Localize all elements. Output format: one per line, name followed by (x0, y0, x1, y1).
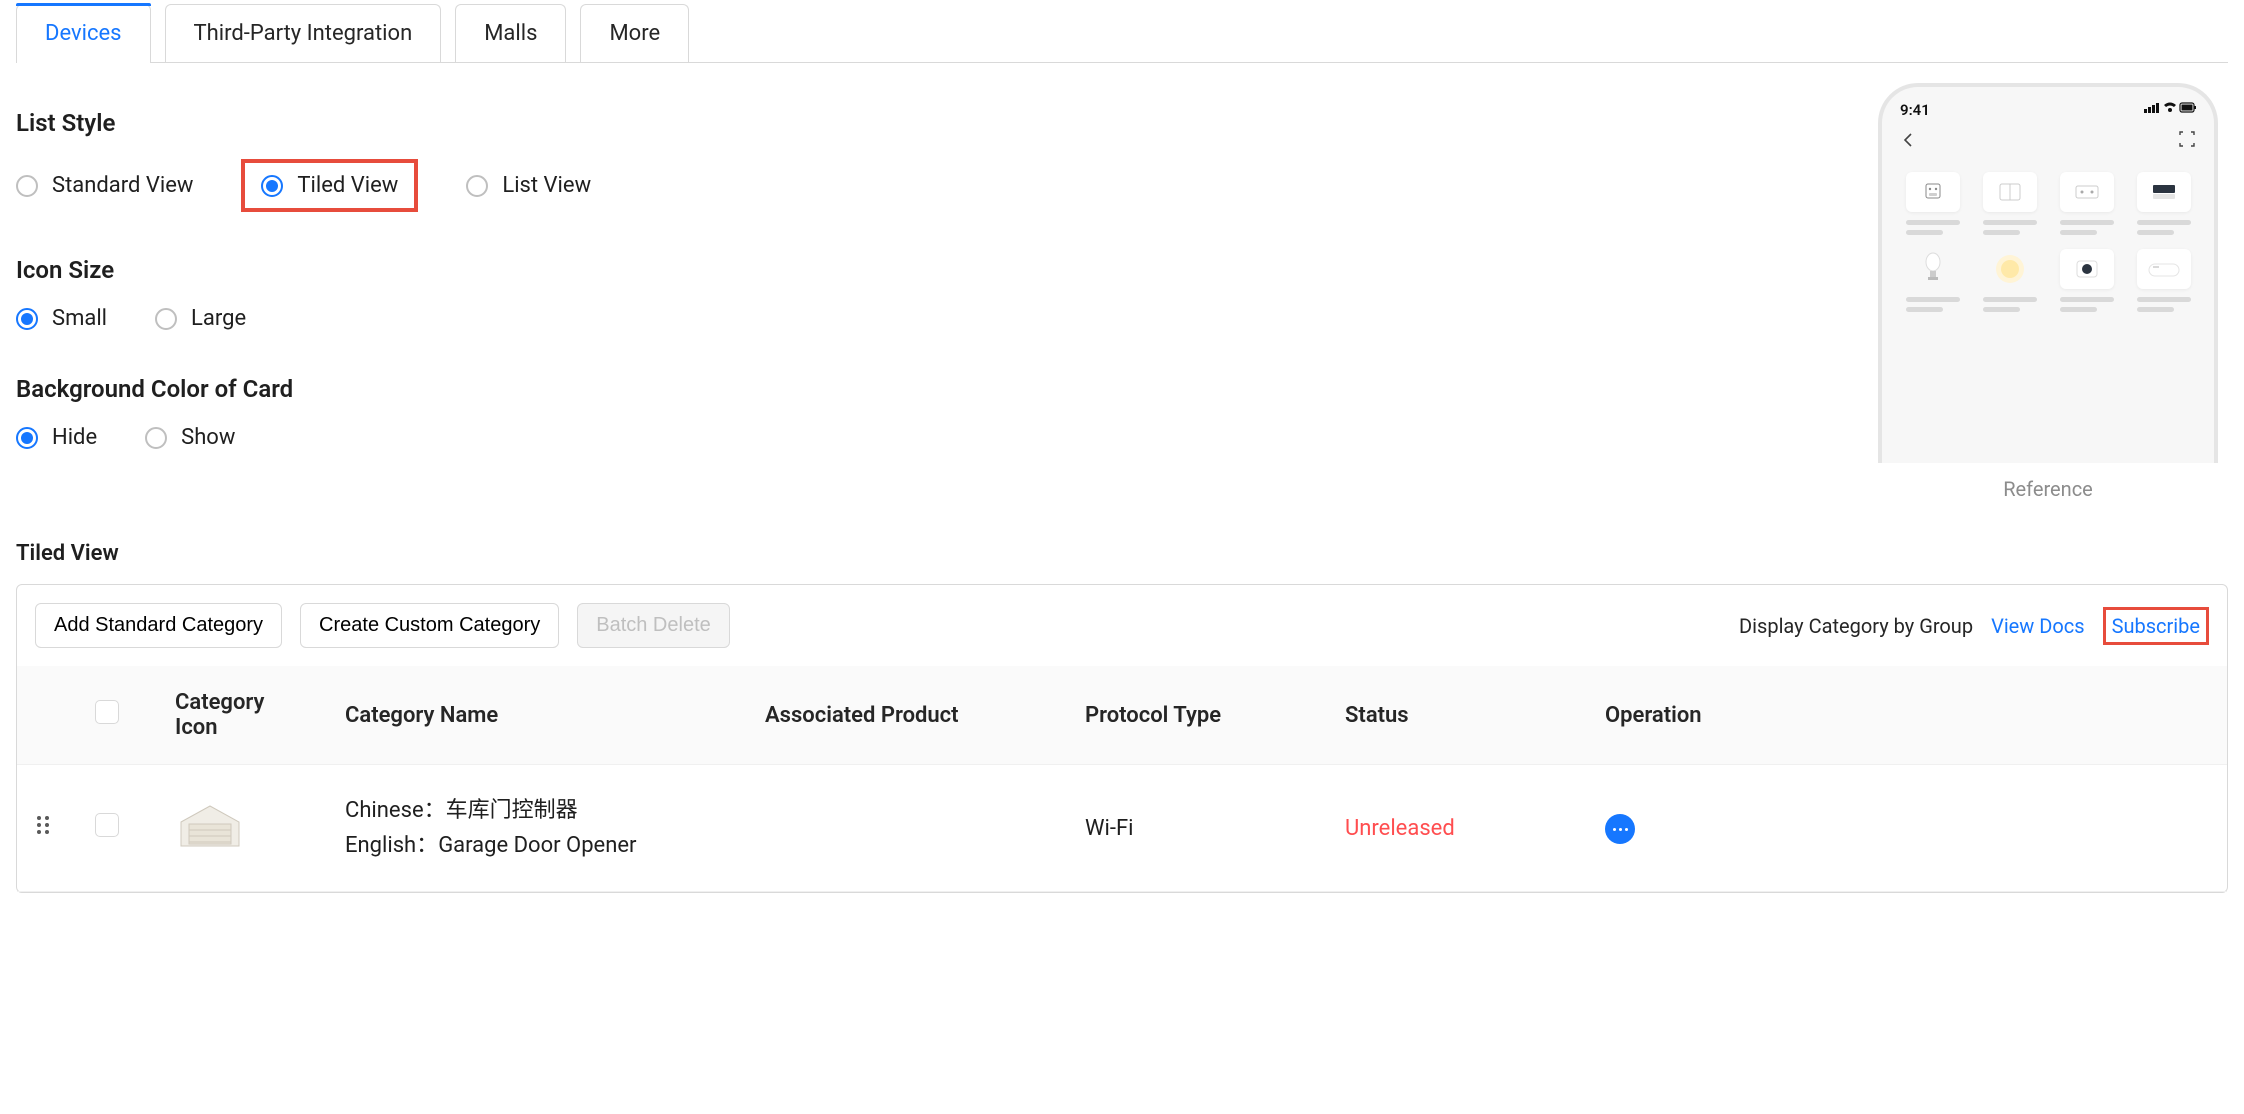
back-chevron-icon (1900, 129, 1916, 154)
tiled-view-highlight: Tiled View (241, 159, 418, 212)
create-custom-category-button[interactable]: Create Custom Category (300, 603, 559, 648)
phone-preview: 9:41 (1878, 83, 2218, 463)
radio-label: Tiled View (297, 173, 398, 198)
category-table: Category Icon Category Name Associated P… (17, 666, 2227, 892)
col-associated-product: Associated Product (747, 666, 1067, 765)
preview-tile (1977, 249, 2042, 312)
preview-tile (2054, 249, 2119, 312)
radio-dot-icon (16, 427, 38, 449)
col-category-name: Category Name (327, 666, 747, 765)
col-status: Status (1327, 666, 1587, 765)
view-docs-link[interactable]: View Docs (1991, 614, 2085, 638)
radio-standard-view[interactable]: Standard View (16, 173, 193, 198)
radio-dot-icon (145, 427, 167, 449)
col-operation: Operation (1587, 666, 2227, 765)
preview-tile (1977, 172, 2042, 235)
table-panel: Add Standard Category Create Custom Cate… (16, 584, 2228, 893)
tab-devices[interactable]: Devices (16, 4, 151, 62)
radio-label: Standard View (52, 173, 193, 198)
preview-tile (2054, 172, 2119, 235)
add-standard-category-button[interactable]: Add Standard Category (35, 603, 282, 648)
tab-more[interactable]: More (580, 4, 689, 62)
garage-door-icon (175, 800, 245, 850)
preview-tile (1900, 172, 1965, 235)
col-protocol-type: Protocol Type (1067, 666, 1327, 765)
radio-label: Hide (52, 425, 97, 450)
icon-size-options: Small Large (16, 306, 1828, 331)
batch-delete-button: Batch Delete (577, 603, 730, 648)
radio-dot-icon (261, 175, 283, 197)
table-toolbar: Add Standard Category Create Custom Cate… (17, 603, 2227, 666)
phone-time: 9:41 (1900, 101, 1930, 119)
radio-bg-hide[interactable]: Hide (16, 425, 97, 450)
protocol-cell: Wi-Fi (1067, 765, 1327, 892)
signal-wifi-battery-icon (2144, 101, 2196, 119)
list-style-options: Standard View Tiled View List View (16, 159, 1828, 212)
scan-icon (2178, 129, 2196, 154)
select-all-checkbox[interactable] (95, 700, 119, 724)
list-style-title: List Style (16, 109, 1828, 137)
radio-label: Small (52, 306, 107, 331)
tab-third-party[interactable]: Third-Party Integration (165, 4, 442, 62)
radio-icon-large[interactable]: Large (155, 306, 246, 331)
tab-malls[interactable]: Malls (455, 4, 566, 62)
radio-label: Large (191, 306, 246, 331)
row-checkbox[interactable] (95, 813, 119, 837)
icon-size-title: Icon Size (16, 256, 1828, 284)
radio-label: List View (502, 173, 591, 198)
preview-tile (1900, 249, 1965, 312)
radio-list-view[interactable]: List View (466, 173, 591, 198)
display-by-group-label: Display Category by Group (1739, 614, 1973, 638)
category-name-cell: Chinese：车库门控制器 English：Garage Door Opene… (345, 793, 729, 863)
radio-bg-show[interactable]: Show (145, 425, 235, 450)
subscribe-link[interactable]: Subscribe (2103, 607, 2209, 645)
card-bg-title: Background Color of Card (16, 375, 1828, 403)
radio-tiled-view[interactable]: Tiled View (261, 173, 398, 198)
radio-icon-small[interactable]: Small (16, 306, 107, 331)
associated-product-cell (747, 765, 1067, 892)
preview-tile (2131, 249, 2196, 312)
preview-caption: Reference (1868, 477, 2228, 501)
radio-dot-icon (466, 175, 488, 197)
drag-handle-icon[interactable] (35, 818, 51, 842)
tiled-view-title: Tiled View (16, 541, 2228, 566)
radio-dot-icon (16, 175, 38, 197)
radio-dot-icon (155, 308, 177, 330)
row-actions-button[interactable] (1605, 814, 1635, 844)
preview-tile (2131, 172, 2196, 235)
status-cell: Unreleased (1345, 816, 1455, 841)
top-tabs: Devices Third-Party Integration Malls Mo… (16, 0, 2228, 63)
radio-label: Show (181, 425, 235, 450)
col-category-icon: Category Icon (157, 666, 327, 765)
radio-dot-icon (16, 308, 38, 330)
table-row: Chinese：车库门控制器 English：Garage Door Opene… (17, 765, 2227, 892)
card-bg-options: Hide Show (16, 425, 1828, 450)
